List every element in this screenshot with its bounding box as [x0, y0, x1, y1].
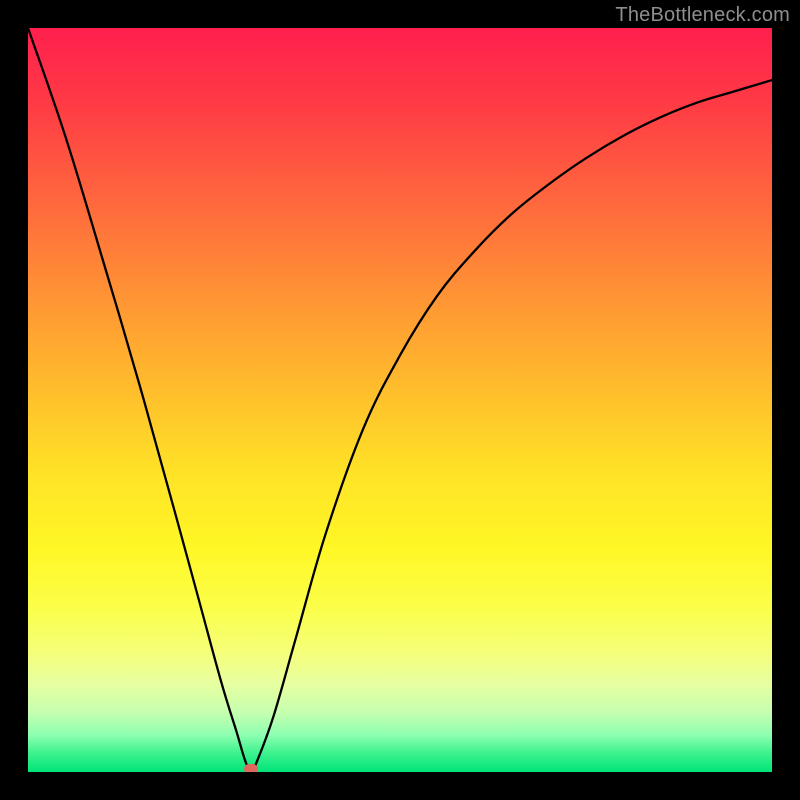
attribution-label: TheBottleneck.com: [615, 4, 790, 27]
chart-frame: TheBottleneck.com: [0, 0, 800, 800]
curve-layer: [28, 28, 772, 772]
bottleneck-marker: [244, 764, 258, 772]
plot-area: [28, 28, 772, 772]
bottleneck-curve: [28, 28, 772, 772]
